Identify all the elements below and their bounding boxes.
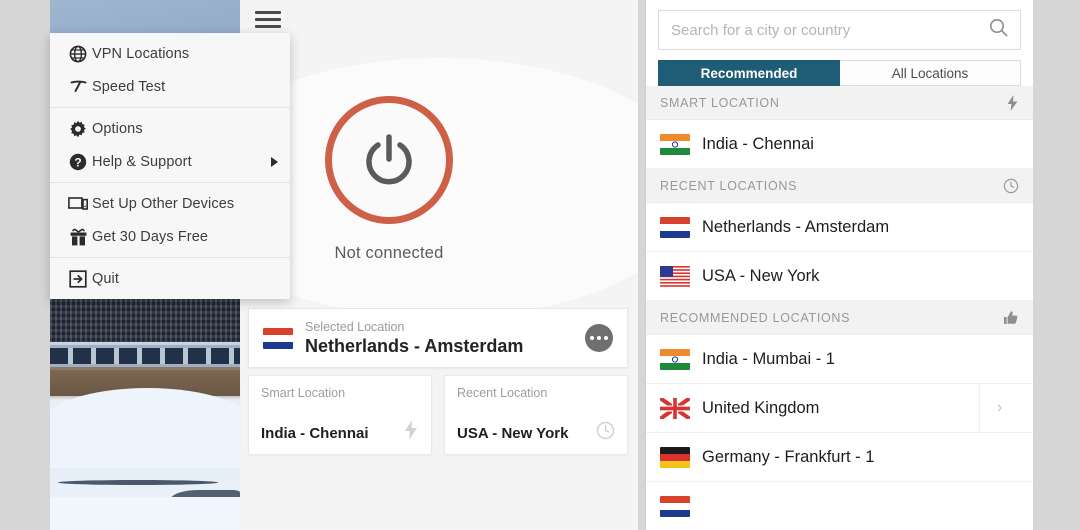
india-flag-icon bbox=[660, 348, 690, 370]
locations-panel: Recommended All Locations SMART LOCATION… bbox=[645, 0, 1033, 530]
section-header-recent-locations: RECENT LOCATIONS bbox=[646, 169, 1033, 203]
exit-icon bbox=[64, 269, 92, 288]
section-title: RECENT LOCATIONS bbox=[660, 178, 798, 193]
svg-text:?: ? bbox=[74, 155, 81, 169]
section-header-smart-location: SMART LOCATION bbox=[646, 86, 1033, 120]
selected-location-label: Selected Location bbox=[305, 320, 405, 334]
recent-location-card[interactable]: Recent Location USA - New York bbox=[444, 375, 628, 455]
menu-item-label: Help & Support bbox=[92, 153, 192, 170]
gear-icon bbox=[64, 120, 92, 138]
clock-icon bbox=[1003, 178, 1019, 194]
location-row-usa-new-york[interactable]: USA - New York bbox=[646, 252, 1033, 301]
menu-item-speed-test[interactable]: Speed Test bbox=[50, 70, 290, 103]
tab-recommended[interactable]: Recommended bbox=[658, 60, 840, 86]
lightning-icon bbox=[1006, 94, 1019, 111]
location-row-partial[interactable] bbox=[646, 482, 1033, 530]
hamburger-menu-button[interactable] bbox=[255, 8, 281, 30]
netherlands-flag-icon bbox=[660, 216, 690, 238]
recent-location-value: USA - New York bbox=[457, 425, 569, 442]
location-row-united-kingdom[interactable]: United Kingdom › bbox=[646, 384, 1033, 433]
netherlands-flag-icon bbox=[660, 495, 690, 517]
speedometer-icon bbox=[64, 77, 92, 96]
location-row-india-chennai[interactable]: India - Chennai bbox=[646, 120, 1033, 169]
menu-item-label: Quit bbox=[92, 270, 119, 287]
search-input[interactable] bbox=[671, 21, 989, 39]
india-flag-icon bbox=[660, 133, 690, 155]
globe-icon bbox=[64, 45, 92, 63]
section-title: RECOMMENDED LOCATIONS bbox=[660, 310, 851, 325]
selected-location-card[interactable]: Selected Location Netherlands - Amsterda… bbox=[248, 308, 628, 368]
menu-item-options[interactable]: Options bbox=[50, 112, 290, 145]
location-row-germany-frankfurt-1[interactable]: Germany - Frankfurt - 1 bbox=[646, 433, 1033, 482]
location-name: United Kingdom bbox=[702, 398, 820, 417]
quick-location-cards: Smart Location India - Chennai Recent Lo… bbox=[248, 375, 628, 455]
dot bbox=[604, 336, 608, 340]
menu-item-label: Options bbox=[92, 120, 143, 137]
menu-item-set-up-other-devices[interactable]: Set Up Other Devices bbox=[50, 187, 290, 220]
menu-item-vpn-locations[interactable]: VPN Locations bbox=[50, 37, 290, 70]
locations-tabs: Recommended All Locations bbox=[658, 60, 1021, 86]
hamburger-bar bbox=[255, 24, 281, 28]
power-icon bbox=[366, 134, 412, 185]
snow-edge bbox=[58, 480, 218, 485]
tree-line bbox=[50, 292, 240, 344]
selected-location-value: Netherlands - Amsterdam bbox=[305, 336, 524, 356]
menu-item-help-support[interactable]: ? Help & Support bbox=[50, 145, 290, 178]
power-button[interactable] bbox=[325, 96, 453, 224]
help-circle-icon: ? bbox=[64, 153, 92, 171]
fence-railing bbox=[50, 342, 240, 370]
tab-all-locations[interactable]: All Locations bbox=[840, 60, 1021, 86]
menu-item-label: VPN Locations bbox=[92, 45, 190, 62]
submenu-arrow-icon bbox=[271, 156, 278, 167]
snow-bank bbox=[50, 388, 240, 468]
menu-group: VPN Locations Speed Test bbox=[50, 33, 290, 107]
location-name: India - Mumbai - 1 bbox=[702, 349, 835, 368]
menu-item-label: Speed Test bbox=[92, 78, 166, 95]
foreground-snow bbox=[50, 497, 240, 530]
hamburger-bar bbox=[255, 17, 281, 21]
location-name: Germany - Frankfurt - 1 bbox=[702, 447, 875, 466]
lightning-icon bbox=[403, 420, 419, 445]
search-row bbox=[646, 0, 1033, 58]
menu-group: Quit bbox=[50, 257, 290, 299]
clock-icon bbox=[596, 421, 615, 445]
winter-scene-photo bbox=[50, 292, 240, 530]
devices-icon bbox=[64, 196, 92, 212]
section-header-recommended-locations: RECOMMENDED LOCATIONS bbox=[646, 301, 1033, 335]
location-row-netherlands-amsterdam[interactable]: Netherlands - Amsterdam bbox=[646, 203, 1033, 252]
chevron-right-icon[interactable]: › bbox=[979, 384, 1019, 432]
germany-flag-icon bbox=[660, 446, 690, 468]
recent-location-label: Recent Location bbox=[457, 386, 548, 400]
menu-group: Options ? Help & Support bbox=[50, 107, 290, 182]
usa-flag-icon bbox=[660, 265, 690, 287]
smart-location-value: India - Chennai bbox=[261, 425, 369, 442]
thumbs-up-icon bbox=[1003, 310, 1019, 326]
main-dropdown-menu[interactable]: VPN Locations Speed Test Options ? Help … bbox=[50, 33, 290, 299]
dot bbox=[597, 336, 601, 340]
search-icon[interactable] bbox=[989, 18, 1008, 42]
hamburger-bar bbox=[255, 10, 281, 14]
netherlands-flag-icon bbox=[263, 327, 293, 349]
menu-group: Set Up Other Devices Get 30 Days Free bbox=[50, 182, 290, 257]
dot bbox=[590, 336, 594, 340]
section-title: SMART LOCATION bbox=[660, 95, 780, 110]
location-name: Netherlands - Amsterdam bbox=[702, 217, 890, 236]
more-options-button[interactable] bbox=[585, 324, 613, 352]
location-name: India - Chennai bbox=[702, 134, 814, 153]
smart-location-card[interactable]: Smart Location India - Chennai bbox=[248, 375, 432, 455]
screenshot-root: Not connected Selected Location Netherla… bbox=[0, 0, 1080, 530]
search-box[interactable] bbox=[658, 10, 1021, 50]
menu-item-get-30-days-free[interactable]: Get 30 Days Free bbox=[50, 220, 290, 253]
location-row-india-mumbai-1[interactable]: India - Mumbai - 1 bbox=[646, 335, 1033, 384]
menu-item-label: Get 30 Days Free bbox=[92, 228, 209, 245]
location-name: USA - New York bbox=[702, 266, 820, 285]
gift-icon bbox=[64, 228, 92, 246]
uk-flag-icon bbox=[660, 397, 690, 419]
menu-item-quit[interactable]: Quit bbox=[50, 262, 290, 295]
smart-location-label: Smart Location bbox=[261, 386, 346, 400]
menu-item-label: Set Up Other Devices bbox=[92, 195, 235, 212]
selected-location-text: Selected Location Netherlands - Amsterda… bbox=[305, 319, 585, 357]
